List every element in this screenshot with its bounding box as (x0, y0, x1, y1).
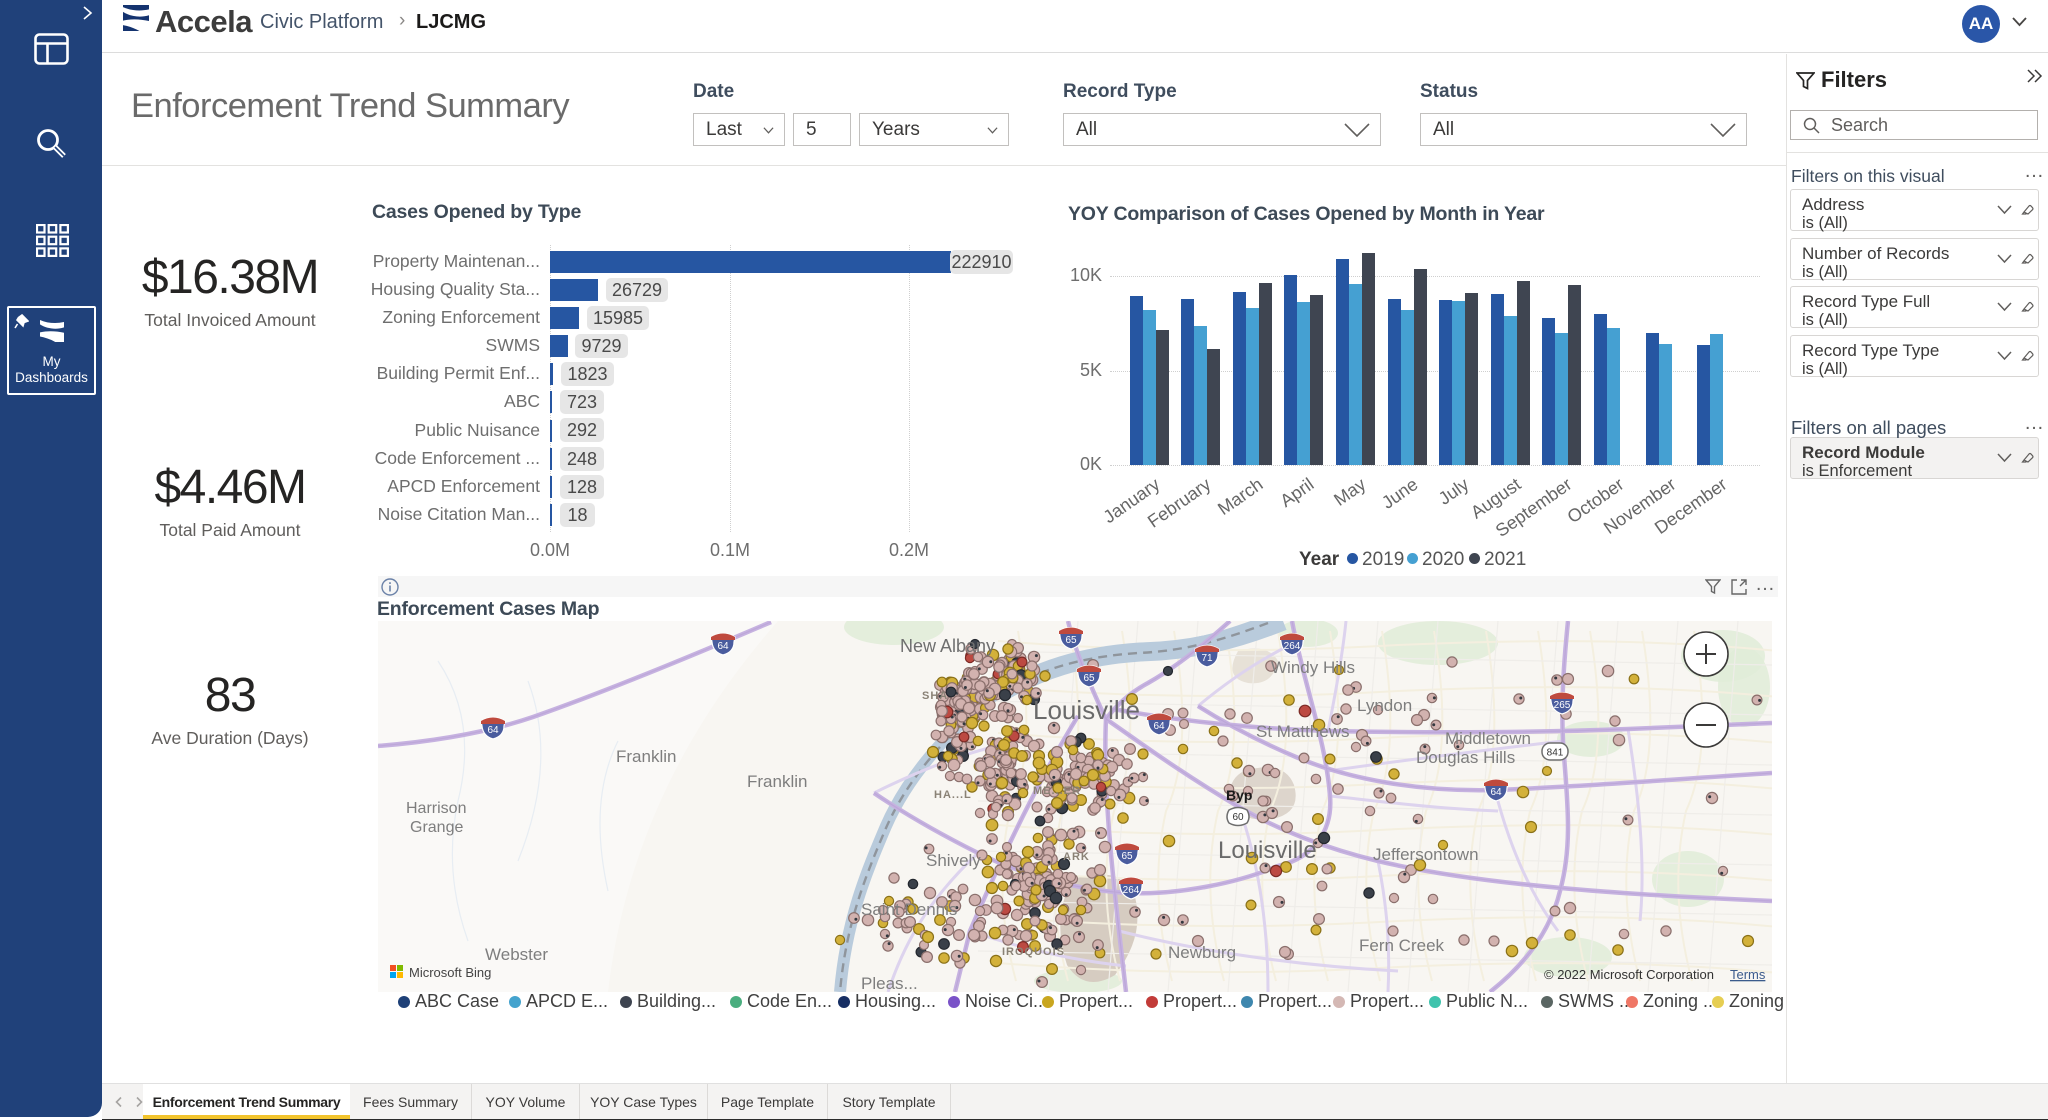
svg-text:Saint Dennis: Saint Dennis (861, 900, 957, 919)
svg-text:Webster: Webster (485, 945, 548, 964)
svg-text:St Matthews: St Matthews (1256, 722, 1350, 741)
svg-text:Pleas...: Pleas... (861, 974, 918, 992)
svg-text:Louisville: Louisville (1033, 695, 1140, 725)
svg-text:64: 64 (487, 725, 499, 736)
svg-text:60: 60 (1232, 812, 1244, 823)
svg-text:ARK: ARK (1063, 851, 1090, 863)
svg-text:Jeffersontown: Jeffersontown (1373, 845, 1479, 864)
svg-text:Windy Hills: Windy Hills (1271, 658, 1355, 677)
svg-text:Shively: Shively (926, 851, 981, 870)
svg-text:Fern Creek: Fern Creek (1359, 936, 1445, 955)
svg-text:64: 64 (1153, 721, 1165, 732)
svg-text:264: 264 (1123, 885, 1140, 896)
svg-text:Harrison: Harrison (406, 800, 466, 817)
svg-text:Lyndon: Lyndon (1357, 696, 1412, 715)
svg-text:IROQUOIS: IROQUOIS (1002, 946, 1065, 958)
svg-text:65: 65 (1121, 851, 1133, 862)
svg-text:Newburg: Newburg (1168, 943, 1236, 962)
svg-text:ME...ER: ME...ER (1033, 785, 1081, 797)
svg-text:HA...L: HA...L (934, 789, 972, 801)
svg-text:264: 264 (1284, 641, 1301, 652)
svg-text:Douglas Hills: Douglas Hills (1416, 748, 1515, 767)
svg-text:Grange: Grange (410, 819, 463, 836)
svg-text:Microsoft Bing: Microsoft Bing (409, 965, 491, 980)
svg-text:Louisville: Louisville (1218, 837, 1317, 864)
svg-text:Middletown: Middletown (1445, 729, 1531, 748)
svg-text:Franklin: Franklin (747, 772, 807, 791)
svg-text:265: 265 (1554, 700, 1571, 711)
svg-text:64: 64 (1490, 787, 1502, 798)
svg-text:© 2022 Microsoft Corporation: © 2022 Microsoft Corporation (1544, 967, 1714, 982)
svg-text:64: 64 (717, 641, 729, 652)
svg-text:71: 71 (1201, 653, 1213, 664)
svg-text:65: 65 (1065, 635, 1077, 646)
svg-text:Terms: Terms (1730, 967, 1766, 982)
svg-text:Byp: Byp (1226, 787, 1252, 803)
svg-text:SHA: SHA (922, 690, 948, 702)
svg-text:Franklin: Franklin (616, 747, 676, 766)
svg-text:65: 65 (1083, 673, 1095, 684)
svg-text:New Albany: New Albany (900, 636, 995, 656)
svg-text:841: 841 (1547, 748, 1564, 759)
